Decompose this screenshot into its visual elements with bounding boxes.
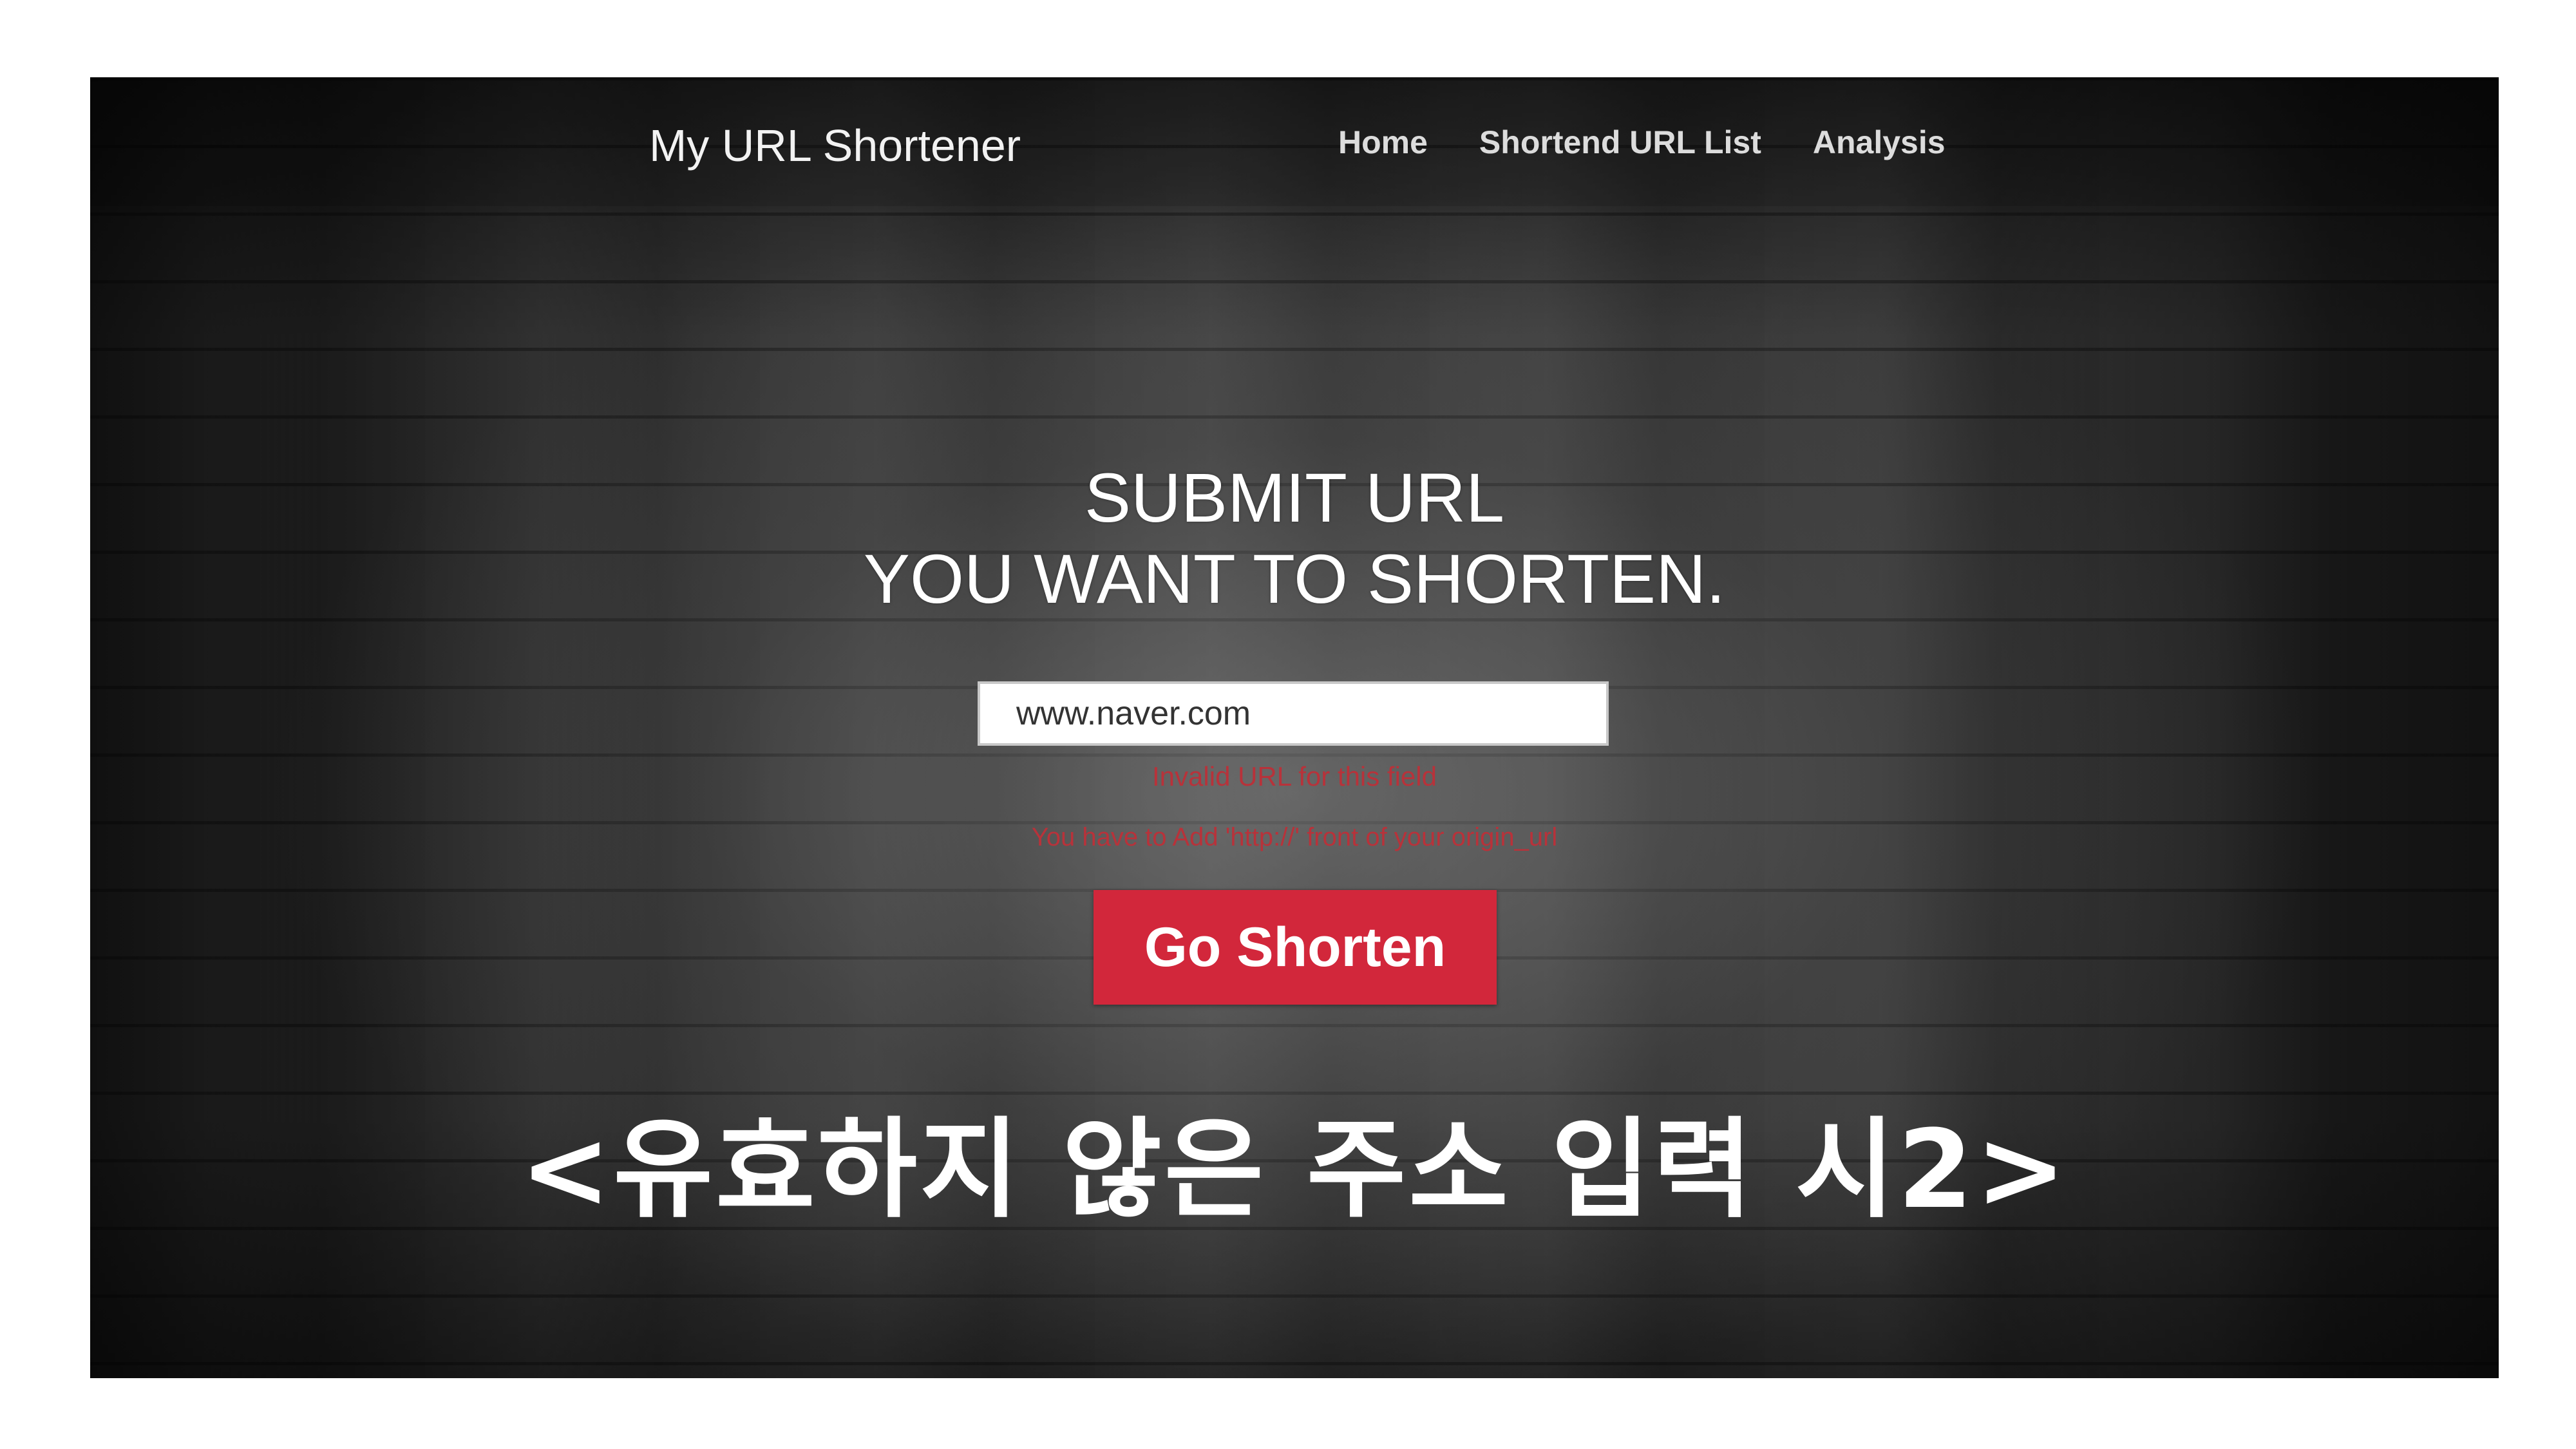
brand-link[interactable]: My URL Shortener <box>649 120 1021 171</box>
app-screenshot: My URL Shortener Home Shortend URL List … <box>90 77 2499 1378</box>
error-invalid-url: Invalid URL for this field <box>1152 761 1437 791</box>
title-line-2: YOU WANT TO SHORTEN. <box>863 540 1726 618</box>
go-shorten-button[interactable]: Go Shorten <box>1094 890 1497 1005</box>
page-title: SUBMIT URL YOU WANT TO SHORTEN. <box>90 457 2499 620</box>
title-line-1: SUBMIT URL <box>1084 459 1505 536</box>
navbar: My URL Shortener Home Shortend URL List … <box>90 77 2499 206</box>
slide: My URL Shortener Home Shortend URL List … <box>0 0 2576 1449</box>
url-input[interactable] <box>978 681 1609 746</box>
error-hint: You have to Add 'http://' front of your … <box>1031 823 1558 851</box>
nav-shortend-url-list[interactable]: Shortend URL List <box>1479 124 1761 161</box>
nav-links: Home Shortend URL List Analysis <box>1338 124 1946 161</box>
nav-home[interactable]: Home <box>1338 124 1428 161</box>
slide-caption: <유효하지 않은 주소 입력 시2> <box>520 1106 2069 1233</box>
nav-analysis[interactable]: Analysis <box>1813 124 1946 161</box>
